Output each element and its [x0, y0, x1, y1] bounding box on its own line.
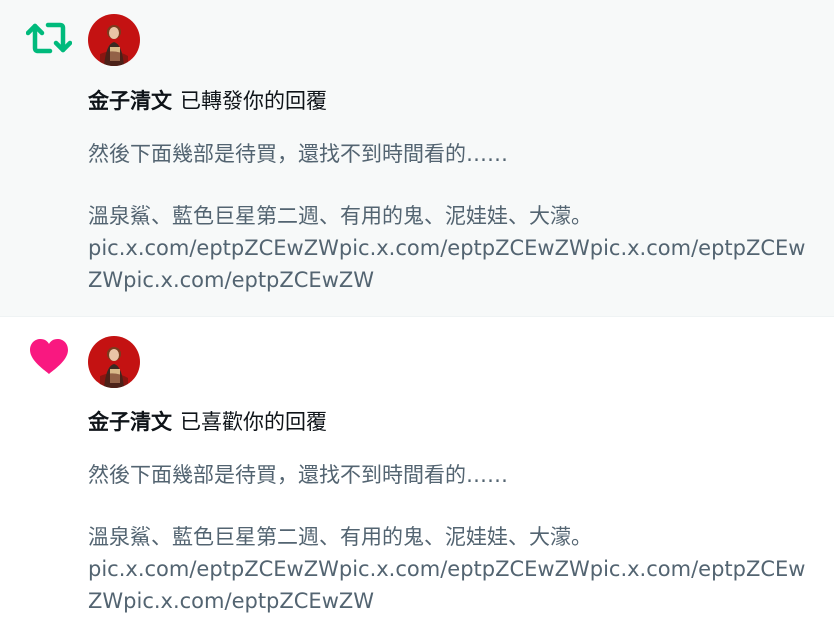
avatar[interactable]: [88, 14, 140, 66]
avatar[interactable]: [88, 336, 140, 388]
notification-item-like[interactable]: 金子清文 已喜歡你的回覆 然後下面幾部是待買，還找不到時間看的…… 溫泉鯊、藍色巨…: [0, 317, 834, 628]
reply-text-line: 然後下面幾部是待買，還找不到時間看的……: [88, 463, 508, 487]
reply-text-line: 溫泉鯊、藍色巨星第二週、有用的鬼、泥娃娃、大濛。: [88, 204, 592, 228]
action-text: 已轉發你的回覆: [180, 89, 327, 113]
reply-text-line: 然後下面幾部是待買，還找不到時間看的……: [88, 142, 508, 166]
action-text: 已喜歡你的回覆: [180, 410, 327, 434]
heart-icon: [30, 339, 68, 374]
reply-text: 然後下面幾部是待買，還找不到時間看的…… 溫泉鯊、藍色巨星第二週、有用的鬼、泥娃…: [88, 459, 808, 617]
media-links[interactable]: pic.x.com/eptpZCEwZWpic.x.com/eptpZCEwZW…: [88, 232, 808, 296]
notification-item-repost[interactable]: 金子清文 已轉發你的回覆 然後下面幾部是待買，還找不到時間看的…… 溫泉鯊、藍色巨…: [0, 0, 834, 317]
media-links[interactable]: pic.x.com/eptpZCEwZWpic.x.com/eptpZCEwZW…: [88, 553, 808, 617]
reply-text-line: 溫泉鯊、藍色巨星第二週、有用的鬼、泥娃娃、大濛。: [88, 525, 592, 549]
repost-icon: [26, 22, 72, 54]
actor-name[interactable]: 金子清文: [88, 410, 172, 434]
notification-headline: 金子清文 已喜歡你的回覆: [88, 407, 327, 437]
notification-headline: 金子清文 已轉發你的回覆: [88, 86, 327, 116]
reply-text: 然後下面幾部是待買，還找不到時間看的…… 溫泉鯊、藍色巨星第二週、有用的鬼、泥娃…: [88, 138, 808, 296]
actor-name[interactable]: 金子清文: [88, 89, 172, 113]
notification-timeline: 金子清文 已轉發你的回覆 然後下面幾部是待買，還找不到時間看的…… 溫泉鯊、藍色巨…: [0, 0, 834, 628]
